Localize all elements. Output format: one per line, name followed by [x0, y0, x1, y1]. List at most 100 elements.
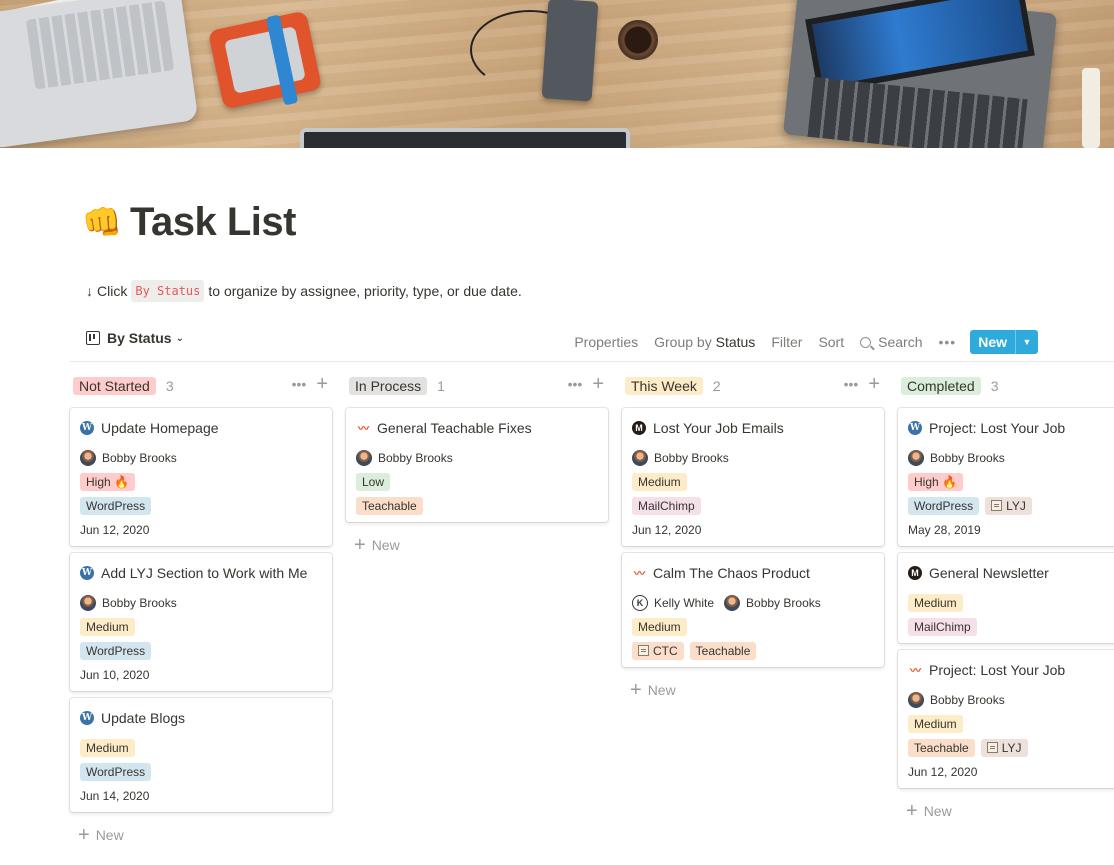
type-tag-label: Teachable	[362, 499, 417, 513]
priority-row: High 🔥	[80, 470, 322, 494]
column-more-icon[interactable]: •••	[292, 376, 307, 392]
page-title[interactable]: Task List	[130, 198, 296, 246]
mailchimp-icon: M	[908, 566, 922, 580]
column-new-button[interactable]: + New	[78, 825, 124, 845]
new-label: New	[371, 537, 400, 553]
wordpress-icon: W	[80, 421, 94, 435]
card-title: M Lost Your Job Emails	[632, 418, 874, 438]
page-emoji-icon[interactable]: 👊	[82, 198, 122, 246]
column-add-icon[interactable]: +	[316, 374, 328, 394]
assignee-row: Bobby Brooks	[80, 591, 322, 615]
type-tag: WordPress	[908, 497, 980, 515]
task-card[interactable]: 〰 Project: Lost Your Job Bobby Brooks Mediu…	[898, 650, 1114, 788]
priority-tag: Medium	[632, 473, 687, 491]
task-card[interactable]: W Project: Lost Your Job Bobby Brooks High …	[898, 408, 1114, 546]
avatar: K	[632, 595, 648, 611]
board-column: In Process 1 ••• + 〰 General Teachable Fixes B…	[346, 374, 608, 555]
assignee-name: Bobby Brooks	[930, 693, 1005, 707]
task-card[interactable]: W Update Homepage Bobby Brooks High 🔥 WordPr…	[70, 408, 332, 546]
plus-icon: +	[630, 679, 642, 701]
type-tag-label: Teachable	[695, 644, 751, 658]
type-tag-label: MailChimp	[638, 499, 695, 513]
column-header-completed: Completed3•••+	[898, 374, 1114, 398]
type-tag: WordPress	[80, 642, 152, 660]
new-button[interactable]: New	[970, 330, 1015, 354]
board-column: Not Started 3 ••• + W Update Homepage Bobby Br…	[70, 374, 332, 845]
assignee-name: Bobby Brooks	[378, 451, 453, 465]
group-by-label: Group by	[654, 334, 712, 350]
inline-code: By Status	[131, 280, 205, 302]
card-title-text: Lost Your Job Emails	[653, 420, 784, 436]
column-new-button[interactable]: + New	[906, 801, 952, 821]
column-count: 2	[712, 378, 721, 394]
priority-row: Medium	[632, 470, 874, 494]
type-tag: MailChimp	[632, 497, 701, 515]
column-count: 1	[437, 378, 445, 394]
assignee-row: Bobby Brooks	[80, 446, 322, 470]
task-card[interactable]: M Lost Your Job Emails Bobby Brooks Medium M…	[622, 408, 884, 546]
filter-button[interactable]: Filter	[771, 334, 802, 350]
type-tag: WordPress	[80, 497, 152, 515]
task-card[interactable]: 〰 General Teachable Fixes Bobby Brooks Low T…	[346, 408, 608, 522]
view-selector[interactable]: By Status ⌄	[86, 330, 184, 346]
column-actions: ••• +	[568, 374, 604, 394]
teachable-icon: 〰	[634, 568, 645, 580]
card-title-text: Project: Lost Your Job	[929, 420, 1066, 436]
due-date: Jun 12, 2020	[80, 523, 150, 537]
column-status-tag[interactable]: This Week	[625, 377, 703, 395]
priority-row: Medium	[80, 615, 322, 639]
group-by-button[interactable]: Group by Status	[654, 334, 755, 350]
tags-row: WordPress	[80, 760, 322, 784]
type-tag: CTC	[632, 642, 684, 660]
assignee-name: Bobby Brooks	[930, 451, 1005, 465]
plus-icon: +	[906, 800, 918, 822]
assignee-row: Bobby Brooks	[632, 446, 874, 470]
type-tag-label: MailChimp	[914, 620, 971, 634]
column-status-tag[interactable]: Completed	[901, 377, 981, 395]
plus-icon: +	[354, 534, 366, 556]
new-dropdown-chevron-icon[interactable]: ▼	[1015, 330, 1038, 354]
column-status-tag[interactable]: In Process	[349, 377, 428, 395]
card-title: W Project: Lost Your Job	[908, 418, 1114, 438]
priority-row: Low	[356, 470, 598, 494]
type-tag: MailChimp	[908, 618, 977, 636]
column-add-icon[interactable]: +	[592, 374, 604, 394]
column-header-in-process: In Process 1 ••• +	[346, 374, 608, 398]
column-status-tag[interactable]: Not Started	[73, 377, 156, 395]
task-card[interactable]: W Add LYJ Section to Work with Me Bobby Br…	[70, 553, 332, 691]
card-title-text: General Teachable Fixes	[377, 420, 532, 436]
board-column: This Week 2 ••• + M Lost Your Job Emails Bobby…	[622, 374, 884, 700]
type-tag-label: LYJ	[1001, 741, 1022, 755]
column-new-button[interactable]: + New	[354, 535, 400, 555]
task-card[interactable]: W Update Blogs Medium WordPress Jun 14, 2020	[70, 698, 332, 812]
more-options-icon[interactable]: •••	[938, 334, 956, 350]
avatar	[356, 450, 372, 466]
tags-row: WordPress	[80, 494, 322, 518]
due-date: May 28, 2019	[908, 523, 981, 537]
priority-row: High 🔥	[908, 470, 1114, 494]
tags-row: Teachable	[356, 494, 598, 518]
mailchimp-icon: M	[632, 421, 646, 435]
tags-row: Teachable LYJ	[908, 736, 1114, 760]
due-date: Jun 10, 2020	[80, 668, 150, 682]
sort-button[interactable]: Sort	[818, 334, 844, 350]
type-tag-label: WordPress	[86, 644, 146, 658]
task-card[interactable]: 〰 Calm The Chaos Product K Kelly White Bobby…	[622, 553, 884, 667]
assignee-name: Bobby Brooks	[746, 596, 821, 610]
group-by-value: Status	[715, 334, 756, 350]
column-new-button[interactable]: + New	[630, 680, 676, 700]
column-more-icon[interactable]: •••	[844, 376, 859, 392]
column-more-icon[interactable]: •••	[568, 376, 583, 392]
wordpress-icon: W	[80, 566, 94, 580]
column-actions: ••• +	[292, 374, 328, 394]
properties-button[interactable]: Properties	[574, 334, 638, 350]
search-button[interactable]: Search	[860, 334, 922, 350]
tags-row: MailChimp	[632, 494, 874, 518]
column-add-icon[interactable]: +	[868, 374, 880, 394]
task-card[interactable]: M General Newsletter Medium MailChimp	[898, 553, 1114, 643]
chevron-down-icon: ⌄	[175, 332, 184, 344]
card-title: 〰 Calm The Chaos Product	[632, 563, 874, 583]
type-tag-label: WordPress	[86, 499, 146, 513]
card-title-text: Update Blogs	[101, 710, 186, 726]
notebook-icon	[986, 742, 998, 753]
